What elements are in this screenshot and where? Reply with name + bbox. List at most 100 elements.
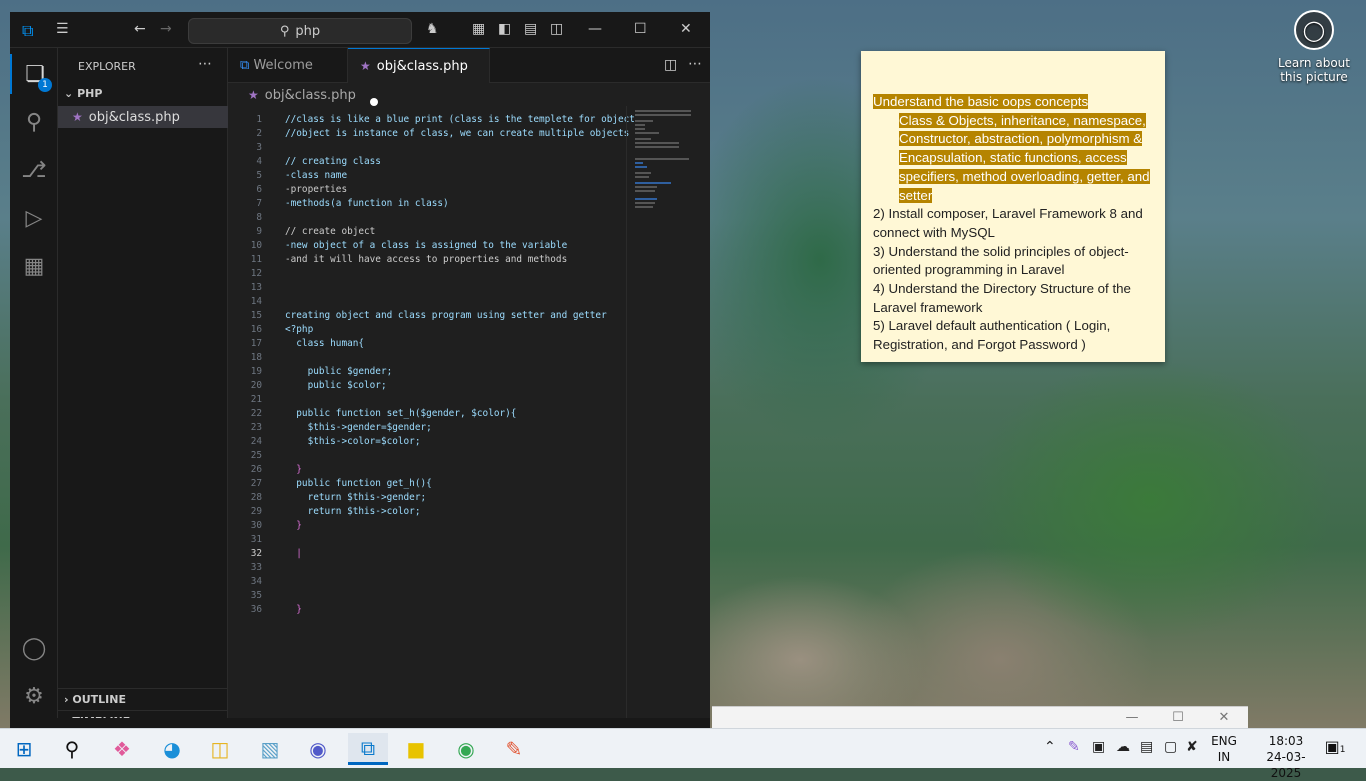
vscode-logo-icon: ⧉ <box>22 21 34 40</box>
code-line: // creating class <box>285 156 381 167</box>
split-editor-icon[interactable]: ◫ <box>664 57 677 73</box>
toggle-secondary-sidebar-icon[interactable]: ◫ <box>550 21 563 37</box>
more-actions-icon[interactable]: ⋯ <box>198 56 212 72</box>
line-number: 3 <box>256 142 262 153</box>
line-number: 1 <box>256 114 262 125</box>
lang-region: IN <box>1217 750 1231 764</box>
close-icon[interactable]: ✕ <box>1214 710 1234 726</box>
line-number: 5 <box>256 170 262 181</box>
tab-obj-class[interactable]: ★ obj&class.php <box>348 48 490 106</box>
explorer-icon[interactable]: ❏ 1 <box>10 54 58 94</box>
breadcrumb[interactable]: ★ obj&class.php <box>228 84 628 106</box>
vscode-icon[interactable]: ⧉ <box>348 733 388 765</box>
code-line: public function get_h(){ <box>285 478 432 489</box>
drive-icon[interactable]: ▤ <box>1140 739 1153 755</box>
teams-icon[interactable]: ◉ <box>298 733 338 765</box>
volume-muted-icon[interactable]: ✘ <box>1186 739 1198 755</box>
chevron-up-icon[interactable]: ⌃ <box>1044 739 1056 755</box>
outline-section[interactable]: › OUTLINE <box>58 688 228 710</box>
code-line: creating object and class program using … <box>285 310 607 321</box>
code-line: -class name <box>285 170 348 181</box>
folder-php[interactable]: ⌄ PHP <box>58 84 228 104</box>
command-center-search[interactable]: ⚲ php <box>188 18 412 44</box>
paint-icon[interactable]: ✎ <box>494 733 534 765</box>
code-line: public $gender; <box>285 366 393 377</box>
sticky-item: 2) Install composer, Laravel Framework 8… <box>873 206 1143 240</box>
line-number: 9 <box>256 226 262 237</box>
editor-tabs: ⧉ Welcome ★ obj&class.php ◫ ⋯ <box>228 48 710 106</box>
onedrive-icon[interactable]: ☁ <box>1116 739 1130 755</box>
source-control-icon[interactable]: ⎇ <box>10 150 58 190</box>
copilot-icon[interactable]: ♞ <box>426 21 439 37</box>
maximize-icon[interactable]: ☐ <box>1168 710 1188 726</box>
layout-icon[interactable]: ▦ <box>472 21 485 37</box>
line-number: 31 <box>250 534 262 545</box>
meet-now-icon[interactable]: ▣ <box>1092 739 1105 755</box>
file-item[interactable]: ★ obj&class.php <box>58 106 228 128</box>
search-icon[interactable]: ⚲ <box>10 102 58 142</box>
explorer-sidebar: EXPLORER ⋯ ⌄ PHP ★ obj&class.php › OUTLIN… <box>58 48 228 728</box>
extensions-icon[interactable]: ▦ <box>10 246 58 286</box>
notepad-icon[interactable]: ▧ <box>250 733 290 765</box>
accounts-icon[interactable]: ◯ <box>10 628 58 668</box>
code-line: } <box>285 604 302 615</box>
search-text: php <box>295 23 321 39</box>
notification-center-icon[interactable]: ▣1 <box>1322 737 1348 761</box>
line-number: 18 <box>250 352 262 363</box>
clock-time: 18:03 <box>1268 734 1304 748</box>
edge-icon[interactable]: ◕ <box>152 733 192 765</box>
toggle-panel-icon[interactable]: ▤ <box>524 21 537 37</box>
network-icon[interactable]: ▢ <box>1164 739 1177 755</box>
language-indicator[interactable]: ENG IN <box>1204 733 1244 765</box>
line-number: 28 <box>250 492 262 503</box>
sticky-notes-icon[interactable]: ■ <box>396 733 436 765</box>
tab-welcome[interactable]: ⧉ Welcome <box>228 48 348 83</box>
forward-arrow-icon[interactable]: → <box>160 21 172 37</box>
more-actions-icon[interactable]: ⋯ <box>688 56 702 72</box>
code-line: <?php <box>285 324 314 335</box>
learn-about-picture[interactable]: ◯ Learn about this picture <box>1272 10 1356 84</box>
toggle-sidebar-icon[interactable]: ◧ <box>498 21 511 37</box>
clock[interactable]: 18:03 24-03-2025 <box>1256 733 1316 781</box>
minimize-icon[interactable]: — <box>1122 710 1142 726</box>
line-number: 21 <box>250 394 262 405</box>
chevron-right-icon: › <box>64 693 69 706</box>
code-editor[interactable]: 1 //class is like a blue print (class is … <box>228 106 635 718</box>
clock-date: 24-03-2025 <box>1266 750 1306 780</box>
line-number: 20 <box>250 380 262 391</box>
windows-start-icon[interactable]: ⊞ <box>4 733 44 765</box>
line-number: 36 <box>250 604 262 615</box>
code-line: return $this->color; <box>285 506 421 517</box>
line-number: 27 <box>250 478 262 489</box>
line-number: 19 <box>250 366 262 377</box>
search-icon[interactable]: ⚲ <box>52 733 92 765</box>
run-debug-icon[interactable]: ▷ <box>10 198 58 238</box>
line-number: 30 <box>250 520 262 531</box>
copilot-icon[interactable]: ❖ <box>102 733 142 765</box>
settings-gear-icon[interactable]: ⚙ <box>10 676 58 716</box>
php-file-icon: ★ <box>248 88 259 102</box>
minimize-icon[interactable]: — <box>588 21 602 37</box>
line-number: 24 <box>250 436 262 447</box>
line-number: 10 <box>250 240 262 251</box>
background-window-strip[interactable]: — ☐ ✕ <box>712 706 1248 728</box>
line-number: 25 <box>250 450 262 461</box>
pen-icon[interactable]: ✎ <box>1068 739 1080 755</box>
explorer-title: EXPLORER <box>78 60 136 73</box>
line-number: 15 <box>250 310 262 321</box>
code-line: public function set_h($gender, $color){ <box>285 408 517 419</box>
sticky-note[interactable]: Understand the basic oops concepts Class… <box>861 51 1165 362</box>
back-arrow-icon[interactable]: ← <box>134 21 146 37</box>
file-explorer-icon[interactable]: ◫ <box>200 733 240 765</box>
close-icon[interactable]: ✕ <box>680 21 692 37</box>
menu-icon[interactable]: ☰ <box>56 21 69 37</box>
lang-code: ENG <box>1211 734 1237 748</box>
editor-scrollbar[interactable] <box>698 106 710 718</box>
line-number: 12 <box>250 268 262 279</box>
line-number: 26 <box>250 464 262 475</box>
learn-about-label: Learn about this picture <box>1278 56 1350 84</box>
maximize-icon[interactable]: ☐ <box>634 21 647 37</box>
chrome-icon[interactable]: ◉ <box>446 733 486 765</box>
minimap[interactable] <box>626 106 698 718</box>
notification-count: 1 <box>1339 745 1346 755</box>
